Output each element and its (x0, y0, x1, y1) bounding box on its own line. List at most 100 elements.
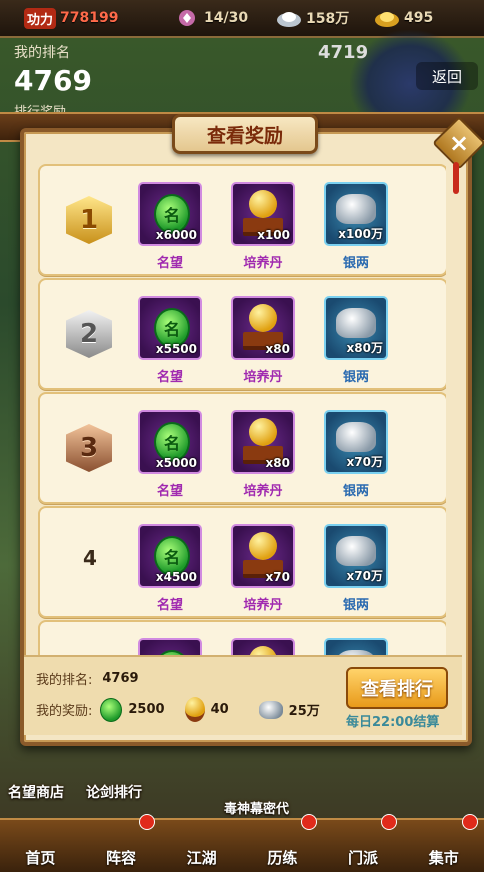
item-quantity: x5500 (155, 342, 197, 356)
silver-medal-icon: 2 (66, 310, 112, 358)
silver-ingot-icon (336, 536, 376, 566)
bg-my-rank-value: 4769 (14, 64, 92, 97)
nav-sect[interactable]: 门派 (323, 814, 404, 872)
nav-market[interactable]: 集市 (403, 814, 484, 872)
background-rank-info: 我的排名 4769 排行奖励 (14, 42, 92, 120)
sword-ranking-button[interactable]: 论剑排行 (86, 782, 142, 802)
nav-label: 门派 (348, 849, 379, 867)
nav-home[interactable]: 首页 (0, 820, 81, 872)
gold-ingot-icon (374, 7, 400, 29)
view-ranking-button[interactable]: 查看排行 (346, 667, 448, 709)
notification-dot (381, 814, 398, 830)
nav-label: 历练 (267, 849, 298, 867)
item-quantity: x5000 (155, 456, 197, 470)
nav-jianghu[interactable]: 江湖 (161, 820, 242, 872)
reward-item-pill[interactable] (231, 638, 295, 655)
item-quantity: x70万 (346, 569, 383, 583)
prestige-shop-button[interactable]: 名望商店 (8, 782, 64, 802)
reward-row-rank-4: 4 名 x4500 名望 x70 培养丹 x70万 银两 (38, 506, 446, 618)
reward-pill-value: 40 (210, 702, 229, 717)
back-label: 返回 (431, 67, 462, 86)
item-name: 名望 (156, 484, 183, 499)
item-quantity: x80万 (346, 341, 383, 355)
pill-item-box: x80 (231, 410, 295, 474)
item-quantity: x70 (265, 570, 290, 584)
reward-row-rank-2: 2 名 x5500 名望 x80 培养丹 x80万 银两 (38, 278, 446, 390)
gold-display[interactable]: 495 (374, 6, 433, 30)
dialog-title: 查看奖励 (172, 114, 318, 154)
item-name: 名望 (156, 598, 183, 613)
my-reward-label: 我的奖励: (36, 704, 93, 719)
nav-lineup[interactable]: 阵容 (81, 814, 162, 872)
prestige-item-box: 名 x5500 (138, 296, 202, 360)
pill-icon (184, 697, 205, 722)
my-reward-footer: 我的排名: 4769 我的奖励: 2500 40 25万 查看排行 每日22:0… (24, 655, 462, 735)
reward-item-pill[interactable]: x100 培养丹 (231, 182, 295, 271)
notification-dot (300, 814, 317, 830)
silver-display[interactable]: 158万 (276, 6, 349, 30)
reward-prestige-value: 2500 (128, 702, 165, 717)
my-rank-line: 我的排名: 4769 (36, 669, 139, 688)
item-name: 银两 (342, 256, 369, 271)
item-quantity: x4500 (155, 570, 197, 584)
rank-number: 4 (83, 546, 97, 570)
close-icon: × (448, 129, 470, 157)
reward-item-pill[interactable]: x80 培养丹 (231, 410, 295, 499)
stamina-icon (174, 7, 200, 29)
reward-item-prestige[interactable]: 名 x5000 名望 (138, 410, 202, 499)
reward-item-prestige[interactable]: 名 x6000 名望 (138, 182, 202, 271)
item-quantity: x70万 (346, 455, 383, 469)
my-rank-label: 我的排名: (36, 673, 93, 688)
stamina-display[interactable]: 14/30 (174, 6, 248, 30)
item-quantity: x100万 (338, 227, 383, 241)
item-quantity: x80 (265, 456, 290, 470)
pill-item-box (231, 638, 295, 655)
reward-item-silver[interactable] (324, 638, 388, 655)
reward-item-silver[interactable]: x80万 银两 (324, 296, 388, 385)
settle-time: 每日22:00结算 (346, 715, 440, 730)
prestige-item-box: 名 x4500 (138, 524, 202, 588)
pill-orb-icon (249, 646, 277, 655)
reward-item-pill[interactable]: x70 培养丹 (231, 524, 295, 613)
pill-orb-icon (249, 418, 277, 446)
reward-item-prestige[interactable]: 名 (138, 638, 202, 655)
bottom-nav: 首页 阵容 江湖 历练 门派 集市 (0, 814, 484, 872)
pill-orb-icon (249, 304, 277, 332)
item-quantity: x6000 (155, 228, 197, 242)
silver-icon (258, 700, 283, 719)
reward-list[interactable]: 1 名 x6000 名望 x100 培养丹 x100万 银两 2 名 x5500… (38, 162, 446, 655)
power-display: 功力 778199 (24, 6, 118, 30)
item-name: 名望 (156, 256, 183, 271)
silver-value: 158万 (306, 11, 350, 27)
item-name: 银两 (342, 598, 369, 613)
reward-row-rank-3: 3 名 x5000 名望 x80 培养丹 x70万 银两 (38, 392, 446, 504)
event-label[interactable]: 毒神幕密代 (224, 798, 289, 817)
gold-medal-icon: 1 (66, 196, 112, 244)
reward-item-silver[interactable]: x70万 银两 (324, 524, 388, 613)
pill-item-box: x80 (231, 296, 295, 360)
nav-label: 江湖 (186, 849, 217, 867)
item-name: 银两 (342, 370, 369, 385)
pill-item-box: x70 (231, 524, 295, 588)
nav-label: 阵容 (106, 849, 137, 867)
item-name: 培养丹 (243, 370, 283, 385)
reward-item-silver[interactable]: x100万 银两 (324, 182, 388, 271)
prestige-item-box: 名 (138, 638, 202, 655)
nav-training[interactable]: 历练 (242, 814, 323, 872)
item-quantity: x100 (257, 228, 290, 242)
item-name: 培养丹 (243, 598, 283, 613)
prestige-item-box: 名 x6000 (138, 182, 202, 246)
bg-my-rank-label: 我的排名 (14, 45, 70, 61)
reward-silver-value: 25万 (288, 704, 320, 719)
reward-item-prestige[interactable]: 名 x5500 名望 (138, 296, 202, 385)
bg-score: 4719 (318, 42, 369, 63)
gold-value: 495 (404, 10, 434, 26)
reward-item-prestige[interactable]: 名 x4500 名望 (138, 524, 202, 613)
back-button[interactable]: 返回 (416, 62, 478, 90)
item-name: 银两 (342, 484, 369, 499)
reward-item-silver[interactable]: x70万 银两 (324, 410, 388, 499)
stamina-value: 14/30 (204, 10, 249, 26)
nav-label: 首页 (25, 849, 56, 867)
silver-ingot-icon (336, 422, 376, 452)
reward-item-pill[interactable]: x80 培养丹 (231, 296, 295, 385)
